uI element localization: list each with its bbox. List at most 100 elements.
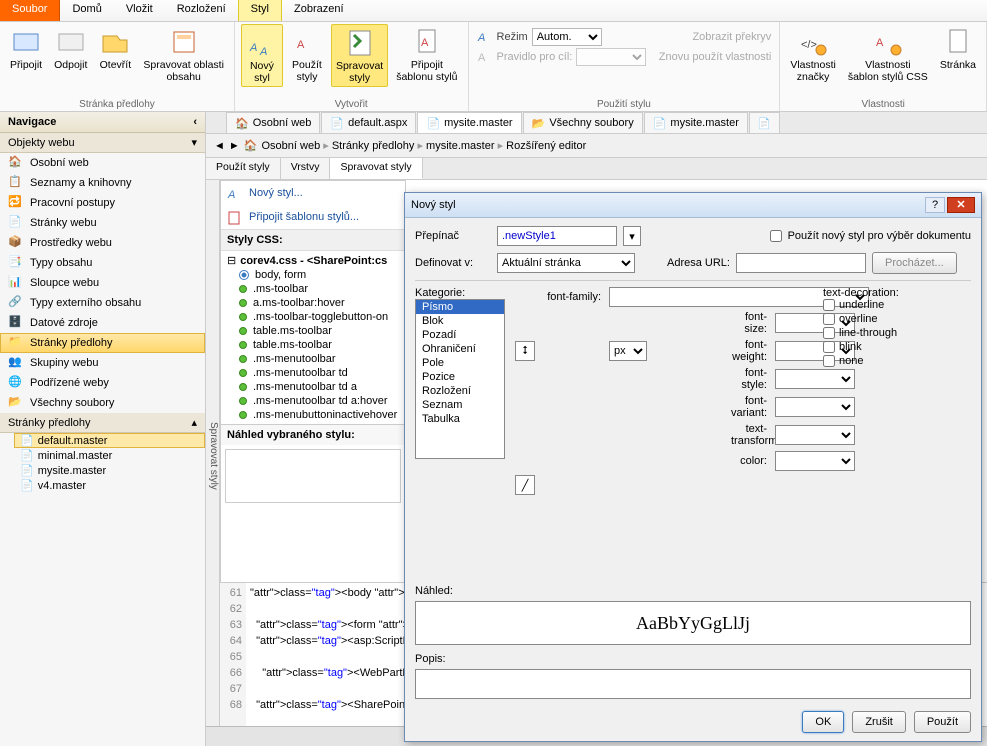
deco-checkbox[interactable]: [823, 355, 835, 367]
deco-option[interactable]: none: [823, 355, 899, 367]
category-list[interactable]: PísmoBlokPozadíOhraničeníPolePoziceRozlo…: [415, 299, 505, 459]
page-button[interactable]: Stránka: [936, 24, 980, 74]
color-picker-button[interactable]: ╱: [515, 475, 535, 495]
menu-view[interactable]: Zobrazení: [282, 0, 356, 21]
breadcrumb-segment[interactable]: Stránky předlohy: [332, 140, 415, 152]
css-rule[interactable]: table.ms-toolbar: [221, 338, 405, 352]
manage-regions-button[interactable]: Spravovat oblasti obsahu: [139, 24, 228, 85]
css-rule[interactable]: .ms-menutoolbar td a: [221, 380, 405, 394]
ok-button[interactable]: OK: [802, 711, 844, 733]
apply-to-selection-checkbox[interactable]: [770, 230, 782, 242]
css-rule[interactable]: .ms-menutoolbar td a:hover: [221, 394, 405, 408]
apply-styles-button[interactable]: APoužít styly: [287, 24, 327, 85]
nav-item-12[interactable]: 📂Všechny soubory: [0, 393, 205, 413]
mode-combo[interactable]: Autom.: [532, 28, 602, 46]
selector-dropdown[interactable]: ▾: [623, 226, 641, 246]
nav-item-5[interactable]: 📑Typy obsahu: [0, 253, 205, 273]
file-item[interactable]: 📄default.master: [14, 433, 205, 448]
selector-input[interactable]: [497, 226, 617, 246]
font-size-unit[interactable]: px: [609, 341, 647, 361]
category-item[interactable]: Pozadí: [416, 328, 504, 342]
doc-tab[interactable]: 🏠Osobní web: [226, 112, 320, 133]
nav-item-2[interactable]: 🔁Pracovní postupy: [0, 193, 205, 213]
close-button[interactable]: ✕: [947, 197, 975, 213]
css-file-node[interactable]: ⊟ corev4.css - <SharePoint:cs: [221, 253, 405, 268]
css-rule[interactable]: body, form: [221, 268, 405, 282]
editor-tab[interactable]: Použít styly: [206, 158, 281, 179]
category-item[interactable]: Pozice: [416, 370, 504, 384]
vertical-tab[interactable]: Spravovat styly: [206, 180, 220, 726]
deco-option[interactable]: underline: [823, 299, 899, 311]
menu-layout[interactable]: Rozložení: [165, 0, 238, 21]
deco-option[interactable]: line-through: [823, 327, 899, 339]
attach-button[interactable]: Připojit: [6, 24, 46, 74]
new-tab-button[interactable]: 📄: [749, 112, 780, 133]
category-item[interactable]: Tabulka: [416, 412, 504, 426]
apply-button[interactable]: Použít: [914, 711, 971, 733]
nav-item-6[interactable]: 📊Sloupce webu: [0, 273, 205, 293]
subtree-header[interactable]: Stránky předlohy ▴: [0, 413, 205, 433]
help-button[interactable]: ?: [925, 197, 945, 213]
attach-stylesheet-button[interactable]: APřipojit šablonu stylů: [392, 24, 461, 85]
menu-home[interactable]: Domů: [60, 0, 113, 21]
new-style-button[interactable]: AANový styl: [241, 24, 283, 87]
nav-item-9[interactable]: 📁Stránky předlohy: [0, 333, 205, 353]
tag-properties-button[interactable]: </>Vlastnosti značky: [786, 24, 840, 85]
nav-item-8[interactable]: 🗄️Datové zdroje: [0, 313, 205, 333]
css-rule[interactable]: .ms-menubuttoninactivehover: [221, 408, 405, 422]
chevron-left-icon[interactable]: ‹: [193, 116, 197, 128]
definein-combo[interactable]: Aktuální stránka: [497, 253, 635, 273]
nav-item-7[interactable]: 🔗Typy externího obsahu: [0, 293, 205, 313]
deco-option[interactable]: overline: [823, 313, 899, 325]
css-rule[interactable]: table.ms-toolbar: [221, 324, 405, 338]
breadcrumb-segment[interactable]: Rozšířený editor: [506, 140, 586, 152]
css-rule[interactable]: a.ms-toolbar:hover: [221, 296, 405, 310]
editor-tab[interactable]: Spravovat styly: [330, 158, 422, 179]
nav-item-10[interactable]: 👥Skupiny webu: [0, 353, 205, 373]
nav-item-0[interactable]: 🏠Osobní web: [0, 153, 205, 173]
file-item[interactable]: 📄mysite.master: [14, 463, 205, 478]
nav-item-3[interactable]: 📄Stránky webu: [0, 213, 205, 233]
doc-tab[interactable]: 📄mysite.master: [644, 112, 748, 133]
open-button[interactable]: Otevřít: [95, 24, 135, 74]
nav-fwd-icon[interactable]: ►: [229, 140, 240, 152]
css-rule[interactable]: .ms-menutoolbar: [221, 352, 405, 366]
category-item[interactable]: Blok: [416, 314, 504, 328]
category-item[interactable]: Rozložení: [416, 384, 504, 398]
new-style-link[interactable]: A Nový styl...: [221, 181, 405, 205]
manage-styles-button[interactable]: Spravovat styly: [331, 24, 388, 87]
detach-button[interactable]: Odpojit: [50, 24, 91, 74]
collapse-icon[interactable]: ⊟: [227, 254, 236, 267]
deco-checkbox[interactable]: [823, 327, 835, 339]
dialog-titlebar[interactable]: Nový styl ? ✕: [405, 193, 981, 218]
home-icon[interactable]: 🏠: [244, 139, 258, 152]
css-rule[interactable]: .ms-toolbar-togglebutton-on: [221, 310, 405, 324]
deco-checkbox[interactable]: [823, 313, 835, 325]
breadcrumb-segment[interactable]: mysite.master: [426, 140, 494, 152]
css-rule[interactable]: .ms-menutoolbar td: [221, 366, 405, 380]
menu-insert[interactable]: Vložit: [114, 0, 165, 21]
overlay-label[interactable]: Zobrazit překryv: [692, 31, 771, 43]
deco-checkbox[interactable]: [823, 341, 835, 353]
category-item[interactable]: Pole: [416, 356, 504, 370]
css-properties-button[interactable]: AVlastnosti šablon stylů CSS: [844, 24, 932, 85]
doc-tab[interactable]: 📂Všechny soubory: [523, 112, 643, 133]
category-item[interactable]: Písmo: [416, 300, 504, 314]
css-rule[interactable]: .ms-toolbar: [221, 282, 405, 296]
nav-back-icon[interactable]: ◄: [214, 140, 225, 152]
deco-option[interactable]: blink: [823, 341, 899, 353]
nav-item-4[interactable]: 📦Prostředky webu: [0, 233, 205, 253]
category-item[interactable]: Seznam: [416, 398, 504, 412]
doc-tab[interactable]: 📄default.aspx: [321, 112, 416, 133]
file-item[interactable]: 📄minimal.master: [14, 448, 205, 463]
breadcrumb-segment[interactable]: Osobní web: [261, 140, 320, 152]
nav-item-11[interactable]: 🌐Podřízené weby: [0, 373, 205, 393]
deco-checkbox[interactable]: [823, 299, 835, 311]
editor-tab[interactable]: Vrstvy: [281, 158, 331, 179]
category-item[interactable]: Ohraničení: [416, 342, 504, 356]
cancel-button[interactable]: Zrušit: [852, 711, 906, 733]
menu-file[interactable]: Soubor: [0, 0, 60, 21]
attach-stylesheet-link[interactable]: Připojit šablonu stylů...: [221, 205, 405, 229]
objects-header[interactable]: Objekty webu ▾: [0, 133, 205, 153]
font-size-spinner[interactable]: ⭥: [515, 341, 535, 361]
